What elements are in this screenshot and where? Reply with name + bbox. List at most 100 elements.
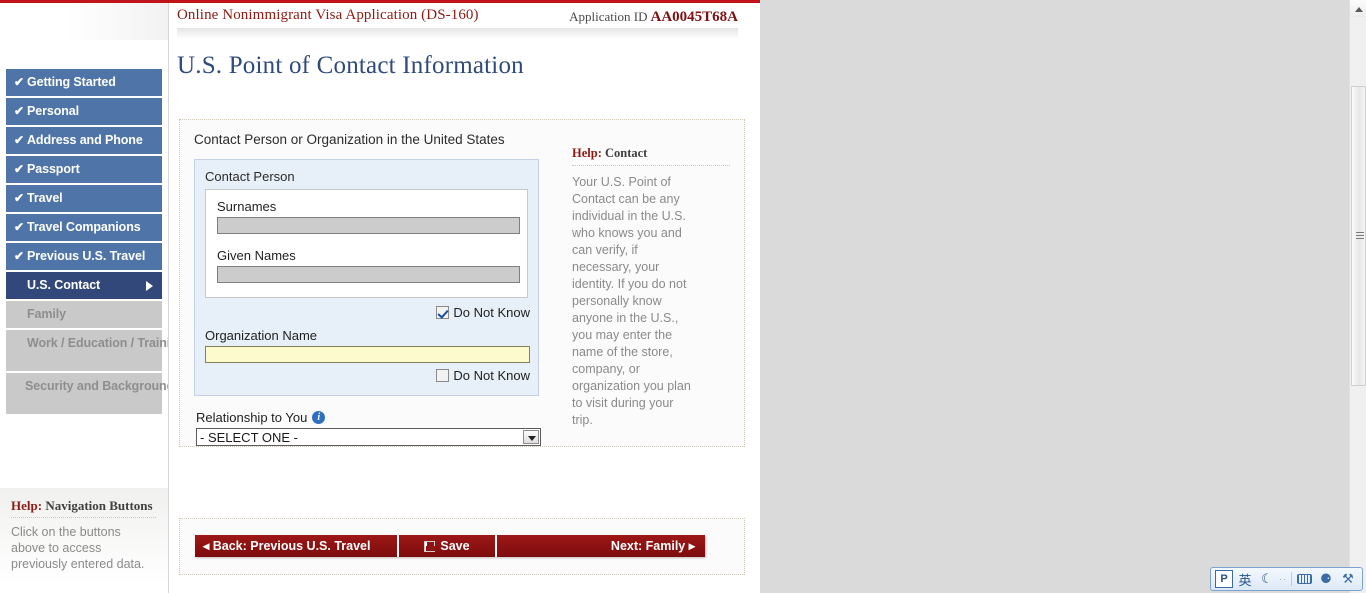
sidebar-item-address-and-phone[interactable]: ✔ Address and Phone bbox=[6, 127, 162, 154]
check-icon: ✔ bbox=[14, 191, 24, 205]
sidebar-item-label: Address and Phone bbox=[27, 133, 143, 147]
next-button[interactable]: Next: Family ▸ bbox=[497, 535, 705, 557]
sidebar-item-label: Passport bbox=[27, 162, 80, 176]
ime-moon-icon[interactable]: ☾ bbox=[1257, 570, 1277, 589]
sidebar: ✔ Getting Started ✔ Personal ✔ Address and … bbox=[0, 3, 185, 593]
app-title: Online Nonimmigrant Visa Application (DS… bbox=[177, 7, 479, 23]
name-do-not-know-row[interactable]: Do Not Know bbox=[205, 305, 530, 320]
name-do-not-know-label: Do Not Know bbox=[453, 305, 530, 320]
sidebar-item-label: Getting Started bbox=[27, 75, 116, 89]
ime-person-icon[interactable]: ⚈ bbox=[1316, 570, 1336, 589]
check-icon: ✔ bbox=[14, 249, 24, 263]
check-icon: ✔ bbox=[14, 220, 24, 234]
ime-keyboard-icon[interactable] bbox=[1294, 570, 1314, 589]
ime-dots-icon: ·· bbox=[1279, 574, 1287, 584]
sidebar-item-family[interactable]: Family bbox=[6, 301, 162, 328]
sidebar-item-work-education-training[interactable]: Work / Education / Training bbox=[6, 330, 185, 371]
chevron-right-icon bbox=[146, 281, 153, 291]
surnames-label: Surnames bbox=[217, 199, 277, 214]
application-id: Application ID AA0045T68A bbox=[569, 9, 738, 26]
navigation-buttons-panel: ◂ Back: Previous U.S. Travel Save Next: … bbox=[179, 518, 745, 575]
name-do-not-know-checkbox[interactable] bbox=[436, 306, 450, 319]
sidebar-item-label: Security and Background bbox=[25, 379, 175, 393]
sidebar-item-travel[interactable]: ✔ Travel bbox=[6, 185, 162, 212]
header-shadow bbox=[177, 28, 738, 39]
divider bbox=[1291, 572, 1292, 586]
contact-person-group: Contact Person Surnames Given Names Do N… bbox=[194, 159, 539, 396]
sidebar-help-box: Help: Navigation Buttons Click on the bu… bbox=[0, 488, 168, 583]
organization-name-label: Organization Name bbox=[205, 328, 317, 343]
help-panel-title: Help: Contact bbox=[572, 146, 740, 161]
back-button[interactable]: ◂ Back: Previous U.S. Travel bbox=[195, 535, 399, 557]
relationship-selected-value: - SELECT ONE - bbox=[200, 430, 299, 445]
sidebar-item-label: U.S. Contact bbox=[27, 278, 101, 292]
relationship-label-row: Relationship to You i bbox=[196, 410, 560, 425]
help-panel-body: Your U.S. Point of Contact can be any in… bbox=[572, 175, 691, 427]
check-icon: ✔ bbox=[14, 75, 24, 89]
main-content: Online Nonimmigrant Visa Application (DS… bbox=[168, 3, 760, 593]
chevron-down-icon[interactable] bbox=[523, 430, 539, 444]
sidebar-item-getting-started[interactable]: ✔ Getting Started bbox=[6, 69, 162, 96]
help-title-keyword: Help: bbox=[572, 146, 602, 160]
org-do-not-know-row[interactable]: Do Not Know bbox=[205, 368, 530, 383]
sidebar-item-label: Previous U.S. Travel bbox=[27, 249, 146, 263]
page-title: U.S. Point of Contact Information bbox=[177, 52, 524, 79]
scrollbar-grip-icon bbox=[1356, 232, 1364, 239]
help-title-rest: Contact bbox=[601, 146, 648, 160]
ime-language-bar[interactable]: P 英 ☾ ·· ⚈ ⚒ bbox=[1210, 567, 1363, 591]
info-icon[interactable]: i bbox=[312, 411, 326, 424]
divider bbox=[11, 517, 156, 518]
sidebar-item-travel-companions[interactable]: ✔ Travel Companions bbox=[6, 214, 162, 241]
check-icon: ✔ bbox=[14, 162, 24, 176]
ime-logo-icon[interactable]: P bbox=[1215, 570, 1233, 588]
sidebar-item-label: Travel Companions bbox=[27, 220, 141, 234]
sidebar-nav: ✔ Getting Started ✔ Personal ✔ Address and … bbox=[6, 69, 185, 416]
sidebar-item-security-and-background[interactable]: Security and Background bbox=[6, 373, 174, 414]
save-button-label: Save bbox=[440, 539, 470, 553]
ime-mode-icon[interactable]: 英 bbox=[1235, 570, 1255, 589]
surnames-input[interactable] bbox=[217, 217, 520, 234]
relationship-field: Relationship to You i - SELECT ONE - bbox=[196, 410, 560, 446]
given-names-input[interactable] bbox=[217, 266, 520, 283]
given-names-label: Given Names bbox=[217, 248, 296, 263]
form-fields-column: Contact Person or Organization in the Un… bbox=[180, 132, 560, 446]
help-panel: Help: Contact Your U.S. Point of Contact… bbox=[560, 132, 740, 446]
sidebar-item-us-contact[interactable]: U.S. Contact bbox=[6, 272, 162, 299]
section-label: Contact Person or Organization in the Un… bbox=[194, 132, 505, 147]
sidebar-item-label: Personal bbox=[27, 104, 80, 118]
divider bbox=[572, 165, 730, 166]
organization-name-input[interactable] bbox=[205, 346, 530, 363]
scroll-up-arrow-icon[interactable] bbox=[1350, 0, 1366, 17]
sidebar-help-title-keyword: Help: bbox=[11, 498, 43, 513]
app-header: Online Nonimmigrant Visa Application (DS… bbox=[169, 3, 760, 28]
form-panel: Contact Person or Organization in the Un… bbox=[179, 119, 745, 447]
save-button[interactable]: Save bbox=[399, 535, 497, 557]
relationship-select[interactable]: - SELECT ONE - bbox=[196, 428, 541, 446]
org-do-not-know-checkbox[interactable] bbox=[436, 369, 450, 382]
ime-settings-icon[interactable]: ⚒ bbox=[1338, 570, 1358, 589]
check-icon: ✔ bbox=[14, 133, 24, 147]
sidebar-help-title-rest: Navigation Buttons bbox=[42, 498, 153, 513]
vertical-scrollbar[interactable] bbox=[1349, 0, 1366, 593]
floppy-disk-icon bbox=[424, 541, 436, 552]
check-icon: ✔ bbox=[14, 104, 24, 118]
scrollbar-thumb[interactable] bbox=[1351, 86, 1366, 386]
navigation-buttons: ◂ Back: Previous U.S. Travel Save Next: … bbox=[195, 535, 705, 557]
relationship-label: Relationship to You bbox=[196, 410, 308, 425]
name-fields-box: Surnames Given Names bbox=[205, 189, 528, 298]
sidebar-header-gradient bbox=[0, 3, 168, 40]
sidebar-item-label: Travel bbox=[27, 191, 63, 205]
contact-person-label: Contact Person bbox=[205, 169, 295, 184]
sidebar-item-passport[interactable]: ✔ Passport bbox=[6, 156, 162, 183]
sidebar-item-personal[interactable]: ✔ Personal bbox=[6, 98, 162, 125]
sidebar-item-previous-us-travel[interactable]: ✔ Previous U.S. Travel bbox=[6, 243, 162, 270]
browser-page: ✔ Getting Started ✔ Personal ✔ Address and … bbox=[0, 0, 760, 593]
org-do-not-know-label: Do Not Know bbox=[453, 368, 530, 383]
application-id-label: Application ID bbox=[569, 9, 648, 24]
sidebar-help-body: Click on the buttons above to access pre… bbox=[11, 525, 145, 571]
application-id-value: AA0045T68A bbox=[650, 9, 738, 25]
sidebar-item-label: Work / Education / Training bbox=[27, 336, 186, 350]
sidebar-help-title: Help: Navigation Buttons bbox=[11, 498, 156, 514]
screen: ✔ Getting Started ✔ Personal ✔ Address and … bbox=[0, 0, 1366, 593]
sidebar-item-label: Family bbox=[27, 307, 66, 321]
